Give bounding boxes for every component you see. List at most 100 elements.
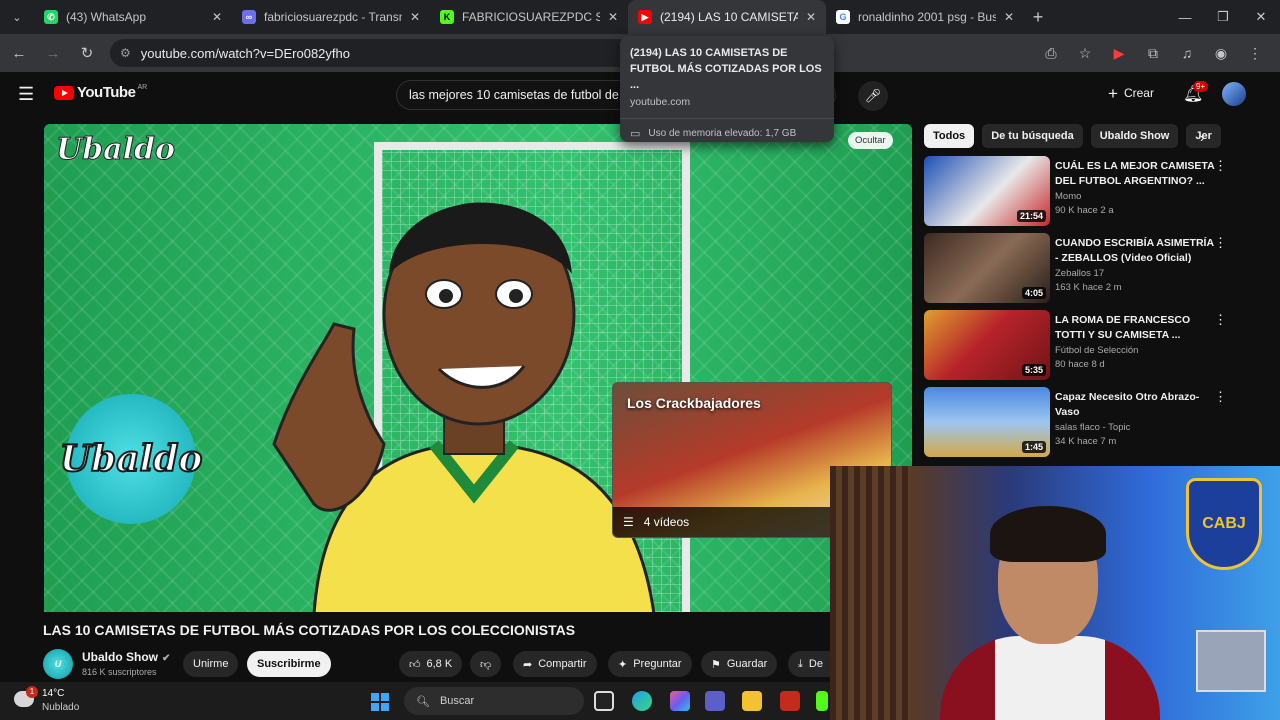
channel-avatar[interactable]: U bbox=[43, 649, 73, 679]
close-tab-icon[interactable]: ✕ bbox=[608, 10, 618, 24]
video-meta: 34 K hace 7 m bbox=[1055, 436, 1117, 447]
video-duration: 5:35 bbox=[1021, 364, 1046, 376]
video-title: CUÁL ES LA MEJOR CAMISETA DEL FUTBOL ARG… bbox=[1055, 160, 1215, 187]
more-options-icon[interactable]: ⋮ bbox=[1214, 312, 1227, 328]
chevron-right-icon[interactable]: › bbox=[1200, 130, 1204, 145]
recommended-video[interactable]: 1:45 Capaz Necesito Otro Abrazo- Vaso sa… bbox=[924, 387, 1234, 459]
teams-icon[interactable] bbox=[705, 691, 725, 711]
save-button[interactable]: ⚑ Guardar bbox=[701, 651, 778, 677]
playlist-title: Los Crackbajadores bbox=[627, 395, 761, 411]
video-title: LAS 10 CAMISETAS DE FUTBOL MÁS COTIZADAS… bbox=[43, 622, 576, 638]
tab-whatsapp[interactable]: ✆ (43) WhatsApp ✕ bbox=[34, 0, 232, 34]
ask-label: Preguntar bbox=[633, 658, 682, 670]
account-avatar[interactable] bbox=[1222, 82, 1246, 106]
notifications-bell-icon[interactable]: 🔔︎ 9+ bbox=[1183, 81, 1209, 104]
chip-from-search[interactable]: De tu búsqueda bbox=[982, 124, 1083, 148]
site-info-icon[interactable]: ⚙ bbox=[120, 46, 131, 60]
recommended-video[interactable]: 21:54 CUÁL ES LA MEJOR CAMISETA DEL FUTB… bbox=[924, 156, 1234, 228]
subscribe-button[interactable]: Suscribirme bbox=[247, 651, 331, 677]
save-label: Guardar bbox=[726, 658, 768, 670]
more-options-icon[interactable]: ⋮ bbox=[1214, 235, 1227, 251]
playlist-count: 4 vídeos bbox=[643, 515, 690, 529]
video-duration: 1:45 bbox=[1021, 441, 1046, 453]
recommended-video[interactable]: 5:35 LA ROMA DE FRANCESCO TOTTI Y SU CAM… bbox=[924, 310, 1234, 382]
copilot-icon[interactable] bbox=[670, 691, 690, 711]
close-tab-icon[interactable]: ✕ bbox=[806, 10, 816, 24]
new-tab-button[interactable]: + bbox=[1024, 7, 1052, 28]
hide-overlay-button[interactable]: Ocultar bbox=[848, 132, 893, 149]
tab-kick-stream[interactable]: K FABRICIOSUAREZPDC Stream - ✕ bbox=[430, 0, 628, 34]
file-explorer-icon[interactable] bbox=[742, 691, 762, 711]
windows-start-icon[interactable] bbox=[371, 693, 389, 711]
hover-card-title: (2194) LAS 10 CAMISETAS DE FUTBOL MÁS CO… bbox=[630, 47, 822, 91]
download-button[interactable]: ⤓ De bbox=[788, 651, 833, 677]
bookmark-star-icon[interactable]: ☆ bbox=[1068, 45, 1102, 62]
video-player[interactable]: Ubaldo Ocultar Ubaldo Los Crackbajadores… bbox=[44, 124, 912, 612]
tab-twitch-dashboard[interactable]: ∞ fabriciosuarezpdc - Transmisión ✕ bbox=[232, 0, 430, 34]
minimize-icon[interactable]: — bbox=[1166, 0, 1204, 34]
dislike-button[interactable]: 👎︎ bbox=[470, 651, 502, 677]
window-controls: — ❐ ✕ bbox=[1166, 0, 1280, 34]
video-actions-row: U Ubaldo Show ✔ 816 K suscriptores Unirme… bbox=[43, 648, 833, 680]
menu-hamburger-icon[interactable]: ☰ bbox=[18, 84, 34, 105]
channel-name-link[interactable]: Ubaldo Show ✔ bbox=[82, 650, 170, 664]
notification-count-badge: 9+ bbox=[1193, 81, 1209, 92]
join-button[interactable]: Unirme bbox=[183, 651, 239, 677]
forward-arrow-icon[interactable]: → bbox=[38, 45, 68, 62]
youtube-extension-icon[interactable]: ▶ bbox=[1102, 45, 1136, 62]
download-icon: ⤓ bbox=[798, 657, 803, 670]
taskbar-search[interactable]: 🔍︎ Buscar bbox=[404, 687, 584, 715]
sparkle-icon: ✦ bbox=[618, 658, 628, 671]
tab-youtube-video[interactable]: ▶ (2194) LAS 10 CAMISETAS DE F ✕ bbox=[628, 0, 826, 34]
tab-title: (2194) LAS 10 CAMISETAS DE F bbox=[660, 10, 798, 24]
tab-title: fabriciosuarezpdc - Transmisión bbox=[264, 10, 402, 24]
chip-channel[interactable]: Ubaldo Show bbox=[1090, 124, 1179, 148]
youtube-icon: ▶ bbox=[638, 10, 652, 24]
ubaldo-logo-badge: Ubaldo bbox=[59, 394, 203, 524]
create-button[interactable]: + Crear bbox=[1108, 84, 1154, 104]
youtube-logo[interactable]: YouTube AR bbox=[54, 84, 147, 101]
weather-description: Nublado bbox=[42, 702, 80, 713]
media-controls-icon[interactable]: ♫ bbox=[1170, 45, 1204, 61]
video-thumbnail: 5:35 bbox=[924, 310, 1050, 380]
more-options-icon[interactable]: ⋮ bbox=[1214, 389, 1227, 405]
profile-avatar-icon[interactable]: ◉ bbox=[1204, 45, 1238, 62]
share-label: Compartir bbox=[538, 658, 587, 670]
kick-icon: K bbox=[440, 10, 454, 24]
download-label: De bbox=[808, 658, 823, 670]
chip-all[interactable]: Todos bbox=[924, 124, 975, 148]
close-tab-icon[interactable]: ✕ bbox=[212, 10, 222, 24]
close-window-icon[interactable]: ✕ bbox=[1242, 0, 1280, 34]
browser-tab-strip: ⌄ ✆ (43) WhatsApp ✕ ∞ fabriciosuarezpdc … bbox=[0, 0, 1280, 34]
close-tab-icon[interactable]: ✕ bbox=[1004, 10, 1014, 24]
channel-name: Fútbol de Selección bbox=[1055, 345, 1139, 356]
voice-search-mic-icon[interactable]: 🎤︎ bbox=[858, 81, 888, 111]
like-button[interactable]: 👍︎ 6,8 K bbox=[399, 651, 463, 677]
filter-chips: Todos De tu búsqueda Ubaldo Show Jer bbox=[924, 124, 1224, 148]
create-label: Crear bbox=[1123, 86, 1154, 100]
back-arrow-icon[interactable]: ← bbox=[4, 45, 34, 62]
plus-icon: + bbox=[1108, 84, 1118, 103]
tab-search-chevron-icon[interactable]: ⌄ bbox=[0, 0, 34, 34]
close-tab-icon[interactable]: ✕ bbox=[410, 10, 420, 24]
address-bar[interactable]: ⚙ youtube.com/watch?v=DEro082yfho bbox=[110, 39, 650, 67]
reload-icon[interactable]: ↻ bbox=[72, 44, 102, 62]
tab-google-search[interactable]: G ronaldinho 2001 psg - Buscar c ✕ bbox=[826, 0, 1024, 34]
store-icon[interactable] bbox=[780, 691, 800, 711]
video-meta: 90 K hace 2 a bbox=[1055, 205, 1114, 216]
extensions-puzzle-icon[interactable]: ⧉ bbox=[1136, 45, 1170, 62]
task-view-icon[interactable] bbox=[594, 691, 614, 711]
playlist-icon: ☰ bbox=[623, 515, 634, 529]
more-options-icon[interactable]: ⋮ bbox=[1214, 158, 1227, 174]
recommended-video[interactable]: 4:05 CUANDO ESCRIBÍA ASIMETRÍA - ZEBALLO… bbox=[924, 233, 1234, 305]
temperature: 14°C bbox=[42, 688, 65, 699]
install-app-icon[interactable]: ⎙ bbox=[1034, 45, 1068, 62]
share-button[interactable]: ➦ Compartir bbox=[513, 651, 597, 677]
restore-icon[interactable]: ❐ bbox=[1204, 0, 1242, 34]
browser-menu-icon[interactable]: ⋮ bbox=[1238, 45, 1272, 62]
kick-app-icon[interactable] bbox=[816, 691, 828, 711]
video-duration: 4:05 bbox=[1021, 287, 1046, 299]
memory-icon: ▭ bbox=[630, 128, 641, 140]
ask-button[interactable]: ✦ Preguntar bbox=[608, 651, 692, 677]
edge-icon[interactable] bbox=[632, 691, 652, 711]
